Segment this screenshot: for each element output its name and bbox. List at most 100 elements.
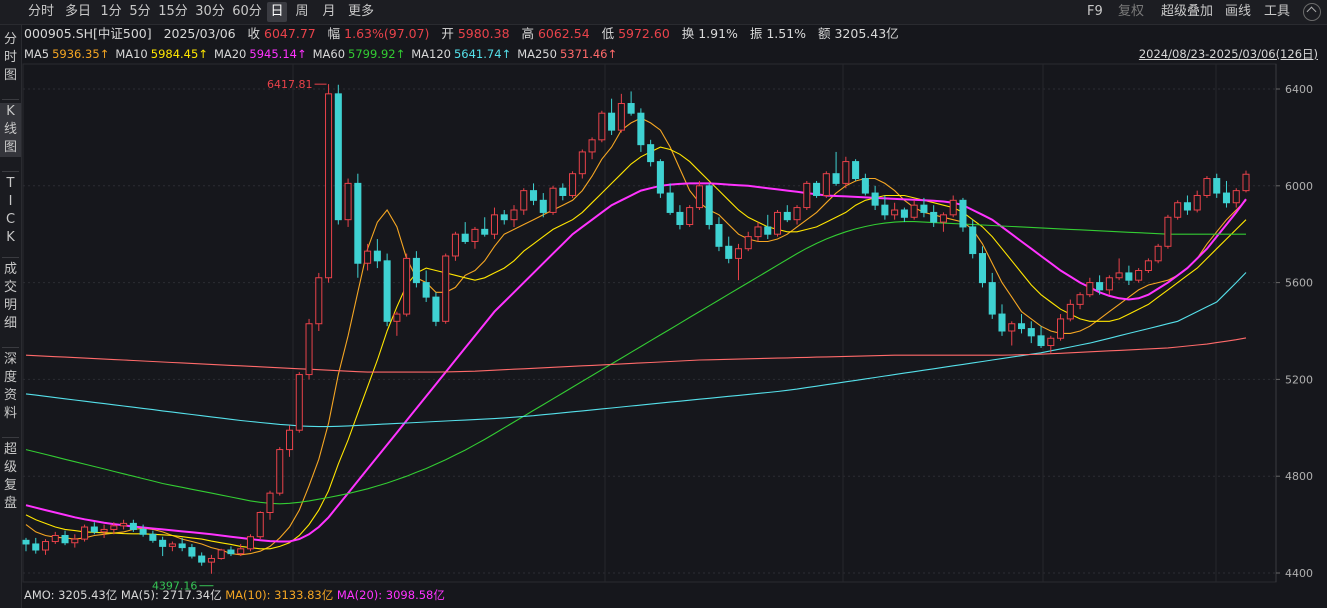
candle-body-9	[110, 525, 118, 530]
candle-body-27	[285, 429, 294, 451]
max-label: 6417.81	[267, 78, 313, 91]
candle-body-38	[393, 313, 401, 322]
candle-body-73	[734, 248, 743, 259]
candle-body-49	[500, 214, 508, 221]
candle-body-39	[403, 257, 411, 315]
candle-body-41	[422, 282, 430, 298]
candle-body-95	[949, 199, 957, 216]
amo-ma10: MA(10): 3133.83亿	[225, 588, 334, 602]
candle-body-107	[1066, 303, 1074, 320]
candle-body-11	[129, 522, 137, 530]
candle-body-30	[315, 277, 323, 325]
candle-body-98	[978, 253, 987, 284]
candle-body-55	[559, 187, 567, 196]
candle-body-36	[373, 250, 381, 262]
candle-body-12	[139, 528, 147, 535]
candle-body-14	[159, 539, 167, 547]
candle-body-6	[81, 526, 89, 540]
candle-body-8	[100, 528, 108, 533]
y-tick-label-5: 4400	[1285, 567, 1313, 580]
candle-body-3	[51, 534, 59, 543]
candle-body-34	[354, 182, 362, 264]
candle-body-94	[939, 214, 947, 223]
candle-body-13	[149, 533, 157, 541]
candle-body-61	[617, 103, 625, 131]
candle-body-33	[344, 182, 352, 221]
candle-body-80	[803, 182, 811, 209]
candle-body-118	[1174, 202, 1182, 218]
candle-body-110	[1096, 282, 1104, 291]
candle-body-85	[852, 161, 860, 180]
y-tick-label-1: 6000	[1285, 180, 1313, 193]
candle-body-2	[41, 541, 50, 551]
candle-body-44	[451, 233, 459, 257]
y-tick-label-3: 5200	[1285, 373, 1313, 386]
amo-ma20: MA(20): 3098.58亿	[336, 588, 445, 602]
candle-body-106	[1057, 318, 1065, 339]
candle-body-29	[305, 323, 313, 376]
amo-ma5-value: 2717.34亿	[162, 588, 222, 602]
candle-body-1	[32, 543, 40, 551]
candle-body-69	[695, 185, 703, 209]
ma-line-ma20	[25, 182, 1247, 543]
y-tick-label-2: 5600	[1285, 277, 1313, 290]
candle-body-53	[539, 199, 547, 213]
candle-body-119	[1183, 202, 1191, 211]
candle-body-32	[334, 93, 342, 221]
candle-body-59	[598, 112, 606, 141]
candle-body-15	[168, 543, 176, 547]
candle-body-68	[686, 207, 694, 226]
candle-body-84	[842, 161, 850, 184]
candle-body-102	[1017, 323, 1026, 330]
candle-body-101	[1008, 323, 1016, 332]
candle-body-40	[412, 257, 420, 284]
candle-body-114	[1135, 270, 1143, 281]
candle-body-48	[490, 214, 499, 235]
candle-body-31	[325, 93, 333, 279]
y-tick-label-0: 6400	[1285, 83, 1313, 96]
candle-body-117	[1164, 216, 1172, 247]
candle-body-58	[588, 139, 596, 153]
candle-body-37	[383, 260, 391, 322]
candle-body-46	[471, 228, 479, 242]
candle-body-35	[364, 250, 372, 264]
amo-legend: AMO: 3205.43亿 MA(5): 2717.34亿 MA(10): 31…	[24, 587, 445, 603]
candle-body-18	[198, 555, 206, 563]
plot-frame	[22, 63, 1277, 583]
y-tick-label-4: 4800	[1285, 470, 1313, 483]
candle-body-25	[266, 492, 274, 514]
candle-body-72	[725, 245, 733, 259]
candle-body-62	[627, 103, 635, 114]
candle-body-103	[1027, 328, 1035, 337]
kline-chart[interactable]: 6400600056005200480044006417.814397.16	[0, 0, 1327, 608]
candle-body-81	[813, 182, 821, 196]
candle-body-105	[1047, 337, 1055, 347]
candle-body-124	[1232, 190, 1240, 204]
candle-body-82	[822, 173, 830, 196]
candle-body-52	[529, 190, 538, 201]
candle-body-93	[930, 211, 938, 223]
candle-body-115	[1144, 260, 1152, 272]
candle-body-79	[793, 207, 801, 221]
candle-body-112	[1115, 272, 1123, 279]
candle-body-43	[442, 255, 450, 322]
candle-body-45	[461, 233, 469, 242]
candle-body-56	[569, 173, 577, 196]
candle-body-71	[715, 224, 723, 247]
candle-body-121	[1203, 178, 1211, 196]
candle-body-28	[295, 374, 303, 431]
candle-body-66	[666, 192, 674, 213]
candle-body-100	[998, 313, 1006, 332]
candle-body-65	[656, 161, 664, 194]
candle-body-89	[891, 209, 899, 216]
candle-body-22	[237, 548, 245, 555]
candle-body-54	[549, 187, 557, 213]
candle-body-17	[188, 547, 196, 557]
candle-body-122	[1213, 178, 1221, 194]
candle-body-87	[871, 192, 879, 206]
candle-body-16	[178, 543, 186, 549]
candle-body-116	[1154, 245, 1162, 262]
candle-body-99	[988, 282, 996, 315]
candle-body-120	[1193, 194, 1201, 211]
candle-body-63	[637, 112, 645, 146]
